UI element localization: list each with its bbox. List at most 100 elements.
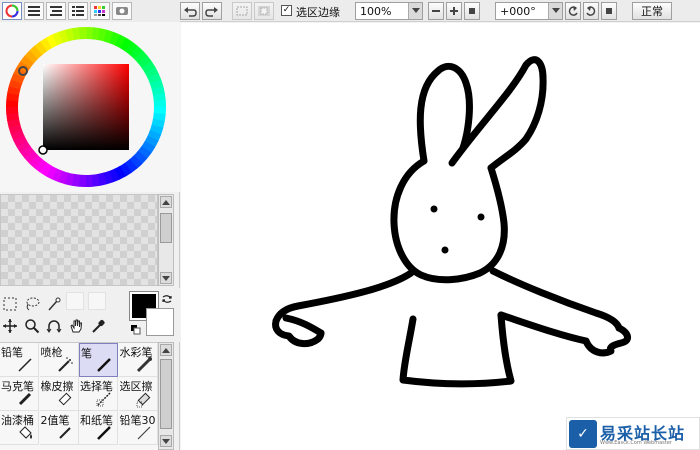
brush-marker[interactable]: 马克笔 [0, 377, 39, 411]
swatches-icon [94, 6, 105, 16]
zoom-tool[interactable] [22, 316, 42, 336]
brush-binary-pen[interactable]: 2值笔 [39, 411, 79, 445]
zoom-dropdown-button[interactable] [408, 3, 422, 19]
minus-icon [432, 10, 440, 12]
eyedropper-tool[interactable] [88, 316, 108, 336]
brush-select-eraser[interactable]: 选区擦 [118, 377, 158, 411]
undo-icon [184, 7, 197, 17]
rotation-combo[interactable]: +000° [495, 2, 563, 20]
zoom-out-button[interactable] [428, 2, 444, 20]
scroll-thumb[interactable] [160, 213, 172, 243]
scroll-thumb[interactable] [160, 359, 172, 429]
color-panel-tabs [0, 0, 180, 22]
magic-wand-icon [48, 297, 61, 311]
brush-pen[interactable]: 笔 [79, 343, 118, 377]
rotate-icon [46, 320, 62, 333]
swatches-tab[interactable] [90, 2, 110, 20]
watermark: ✓ 易采站长站 Www.Easck.Com Webmaster [566, 417, 700, 450]
zoom-combo[interactable]: 100% [355, 2, 423, 20]
zoom-icon [25, 319, 40, 334]
invert-selection-icon [258, 6, 270, 16]
deselect-button[interactable] [232, 2, 252, 20]
binary-pen-icon [58, 427, 71, 439]
move-icon [3, 319, 17, 333]
scroll-up-button[interactable] [160, 196, 172, 208]
zoom-reset-button[interactable] [464, 2, 480, 20]
redo-button[interactable] [202, 2, 222, 20]
square-icon [469, 8, 475, 14]
selection-edge-label: 选区边缘 [296, 6, 340, 19]
hsv-sliders-tab[interactable] [46, 2, 66, 20]
drawing-canvas[interactable] [181, 23, 700, 450]
rotate-left-button[interactable] [565, 2, 581, 20]
scroll-down-button[interactable] [160, 435, 172, 447]
redo-icon [205, 7, 218, 17]
color-wheel[interactable] [0, 22, 180, 192]
swap-colors-button[interactable] [160, 292, 174, 306]
navigator-scrollbar[interactable] [158, 194, 174, 286]
color-mixer-tab[interactable] [68, 2, 88, 20]
brush-pencil[interactable]: 铅笔 [0, 343, 39, 377]
brush-eraser[interactable]: 橡皮擦 [39, 377, 79, 411]
blend-mode-label: 正常 [641, 5, 663, 18]
color-wheel-icon [5, 4, 19, 18]
rgb-sliders-tab[interactable] [24, 2, 44, 20]
brush-select-pen[interactable]: 选择笔 [79, 377, 118, 411]
pencil-icon [18, 358, 32, 372]
select-eraser-icon [136, 392, 150, 408]
background-color-swatch[interactable] [146, 308, 174, 336]
color-wheel-tab[interactable] [2, 2, 22, 20]
tool-palette [0, 288, 180, 342]
brush-washi-pen[interactable]: 和纸笔 [79, 411, 118, 445]
reset-colors-icon [131, 325, 141, 335]
list-icon [72, 6, 84, 16]
lasso-tool[interactable] [22, 294, 42, 314]
scratch-pad-icon [116, 7, 128, 15]
brush-bucket[interactable]: 油漆桶 [0, 411, 39, 445]
rotation-reset-button[interactable] [601, 2, 617, 20]
rect-select-icon [3, 297, 17, 311]
undo-button[interactable] [180, 2, 200, 20]
sliders-icon [50, 6, 62, 16]
selection-edge-checkbox[interactable]: ✓ [281, 5, 292, 16]
brush-label: 笔 [81, 347, 92, 360]
scroll-up-button[interactable] [160, 344, 172, 356]
swap-arrow-icon [162, 295, 172, 303]
move-tool[interactable] [0, 316, 20, 336]
chevron-down-icon [551, 8, 560, 13]
scroll-down-button[interactable] [160, 272, 172, 284]
select-pen-icon [96, 392, 111, 407]
navigator-preview[interactable] [0, 194, 158, 286]
eyedropper-icon [92, 319, 105, 333]
rotate-right-icon [586, 6, 596, 16]
rotate-tool[interactable] [44, 316, 64, 336]
zoom-in-button[interactable] [446, 2, 462, 20]
lasso-icon [26, 297, 40, 311]
square-icon [606, 8, 612, 14]
rotate-right-button[interactable] [583, 2, 599, 20]
color-wheel-area [0, 22, 180, 192]
rotate-left-icon [568, 6, 578, 16]
watermark-subtitle: Www.Easck.Com Webmaster [600, 440, 672, 446]
watercolor-icon [136, 357, 152, 373]
rotation-dropdown-button[interactable] [548, 3, 562, 19]
eraser-icon [58, 392, 71, 406]
plus-icon [450, 7, 458, 15]
blend-mode-button[interactable]: 正常 [632, 2, 672, 20]
invert-selection-button[interactable] [254, 2, 274, 20]
brush-grid-scrollbar[interactable] [158, 342, 174, 450]
marker-icon [18, 392, 32, 406]
rect-select-tool[interactable] [0, 294, 20, 314]
scratch-pad-tab[interactable] [112, 2, 132, 20]
brush-airbrush[interactable]: 喷枪 [39, 343, 79, 377]
magic-wand-tool[interactable] [44, 294, 64, 314]
zoom-value: 100% [360, 5, 392, 18]
hand-icon [70, 319, 83, 333]
brush-watercolor[interactable]: 水彩笔 [118, 343, 158, 377]
hand-tool[interactable] [66, 316, 86, 336]
chevron-down-icon [411, 8, 420, 13]
reset-colors-button[interactable] [130, 324, 142, 336]
sv-marker[interactable] [38, 145, 48, 155]
brush-pencil30[interactable]: 铅笔30 [118, 411, 158, 445]
watermark-logo: ✓ [569, 420, 597, 448]
